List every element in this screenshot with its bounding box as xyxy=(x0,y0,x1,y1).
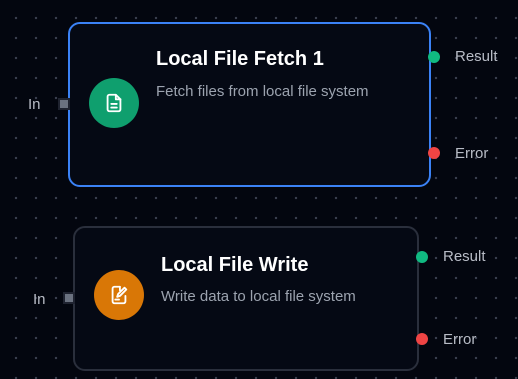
error-port[interactable] xyxy=(416,333,428,345)
input-port-label: In xyxy=(33,291,46,308)
input-port-label: In xyxy=(28,96,41,113)
result-port[interactable] xyxy=(428,51,440,63)
result-port-label: Result xyxy=(455,48,498,65)
node-local-file-fetch[interactable]: Local File Fetch 1 Fetch files from loca… xyxy=(68,22,431,187)
node-description: Write data to local file system xyxy=(161,288,356,305)
input-port[interactable] xyxy=(58,98,70,110)
error-port-label: Error xyxy=(443,331,477,348)
file-icon xyxy=(89,78,139,128)
node-title: Local File Write xyxy=(161,254,309,276)
node-title: Local File Fetch 1 xyxy=(156,48,324,70)
node-local-file-write[interactable]: Local File Write Write data to local fil… xyxy=(73,226,419,371)
error-port-label: Error xyxy=(455,145,489,162)
input-port[interactable] xyxy=(63,292,75,304)
result-port-label: Result xyxy=(443,248,486,265)
error-port[interactable] xyxy=(428,147,440,159)
result-port[interactable] xyxy=(416,251,428,263)
node-description: Fetch files from local file system xyxy=(156,83,369,100)
file-edit-icon xyxy=(94,270,144,320)
workflow-canvas[interactable]: Local File Fetch 1 Fetch files from loca… xyxy=(0,0,518,379)
